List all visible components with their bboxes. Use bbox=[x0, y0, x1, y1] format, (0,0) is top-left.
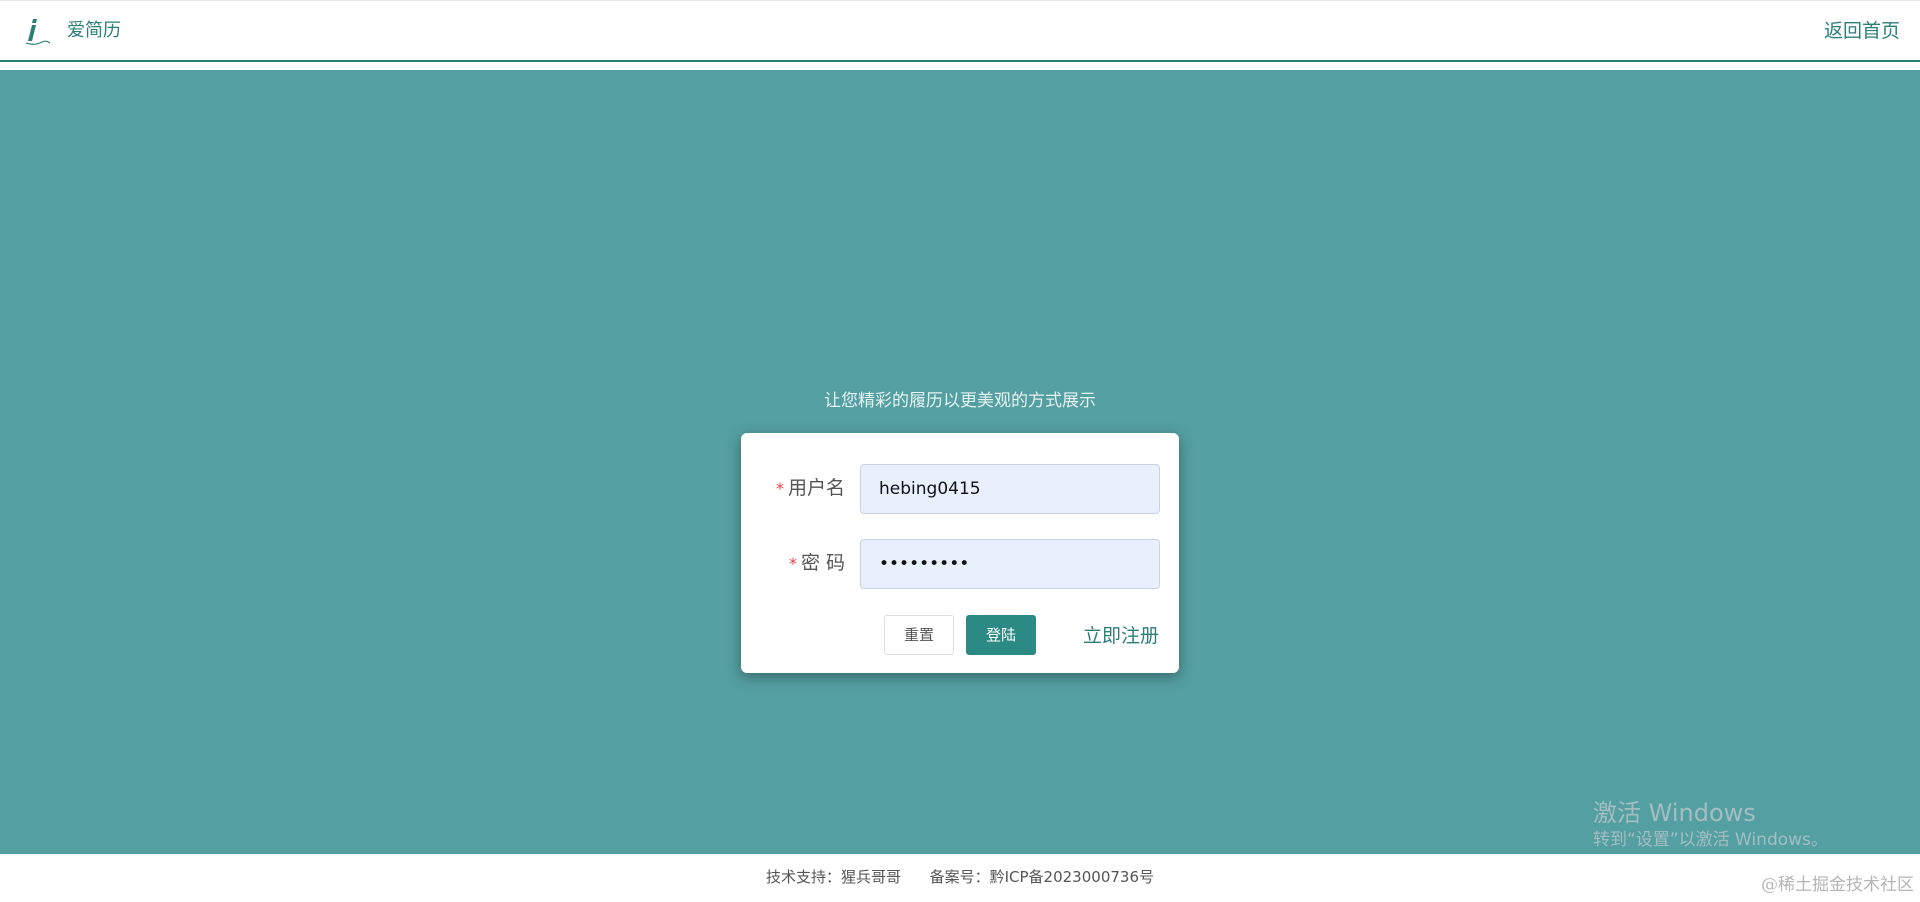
required-mark: * bbox=[775, 479, 784, 498]
register-link[interactable]: 立即注册 bbox=[1083, 624, 1159, 648]
windows-activation-subtitle: 转到“设置”以激活 Windows。 bbox=[1593, 830, 1828, 850]
required-mark: * bbox=[788, 554, 797, 573]
footer: 技术支持：猩兵哥哥 备案号：黔ICP备2023000736号 @稀土掘金技术社区 bbox=[0, 854, 1920, 902]
header-gap bbox=[0, 62, 1920, 70]
login-button[interactable]: 登陆 bbox=[966, 615, 1036, 655]
password-input[interactable] bbox=[860, 539, 1160, 589]
reset-button[interactable]: 重置 bbox=[884, 615, 954, 655]
username-input[interactable] bbox=[860, 464, 1160, 514]
password-label: * 密 码 bbox=[789, 551, 845, 576]
username-label-text: 用户名 bbox=[787, 477, 845, 499]
footer-info: 技术支持：猩兵哥哥 备案号：黔ICP备2023000736号 bbox=[766, 868, 1154, 886]
logo-text[interactable]: 爱简历 bbox=[67, 19, 121, 43]
slogan-text: 让您精彩的履历以更美观的方式展示 bbox=[824, 391, 1096, 411]
logo-icon[interactable] bbox=[20, 15, 52, 47]
login-background: 让您精彩的履历以更美观的方式展示 *用户名 *密 码 重置 登陆 立即注册 激活… bbox=[0, 70, 1920, 854]
top-bar: 爱简历 返回首页 bbox=[0, 0, 1920, 60]
juejin-watermark: @稀土掘金技术社区 bbox=[1761, 875, 1914, 895]
password-label-text: 密 码 bbox=[800, 552, 845, 574]
login-card: *用户名 *密 码 重置 登陆 立即注册 bbox=[741, 433, 1179, 673]
windows-activation-title: 激活 Windows bbox=[1593, 799, 1756, 827]
back-home-link[interactable]: 返回首页 bbox=[1824, 19, 1900, 43]
username-label: * 用户名 bbox=[776, 476, 845, 501]
